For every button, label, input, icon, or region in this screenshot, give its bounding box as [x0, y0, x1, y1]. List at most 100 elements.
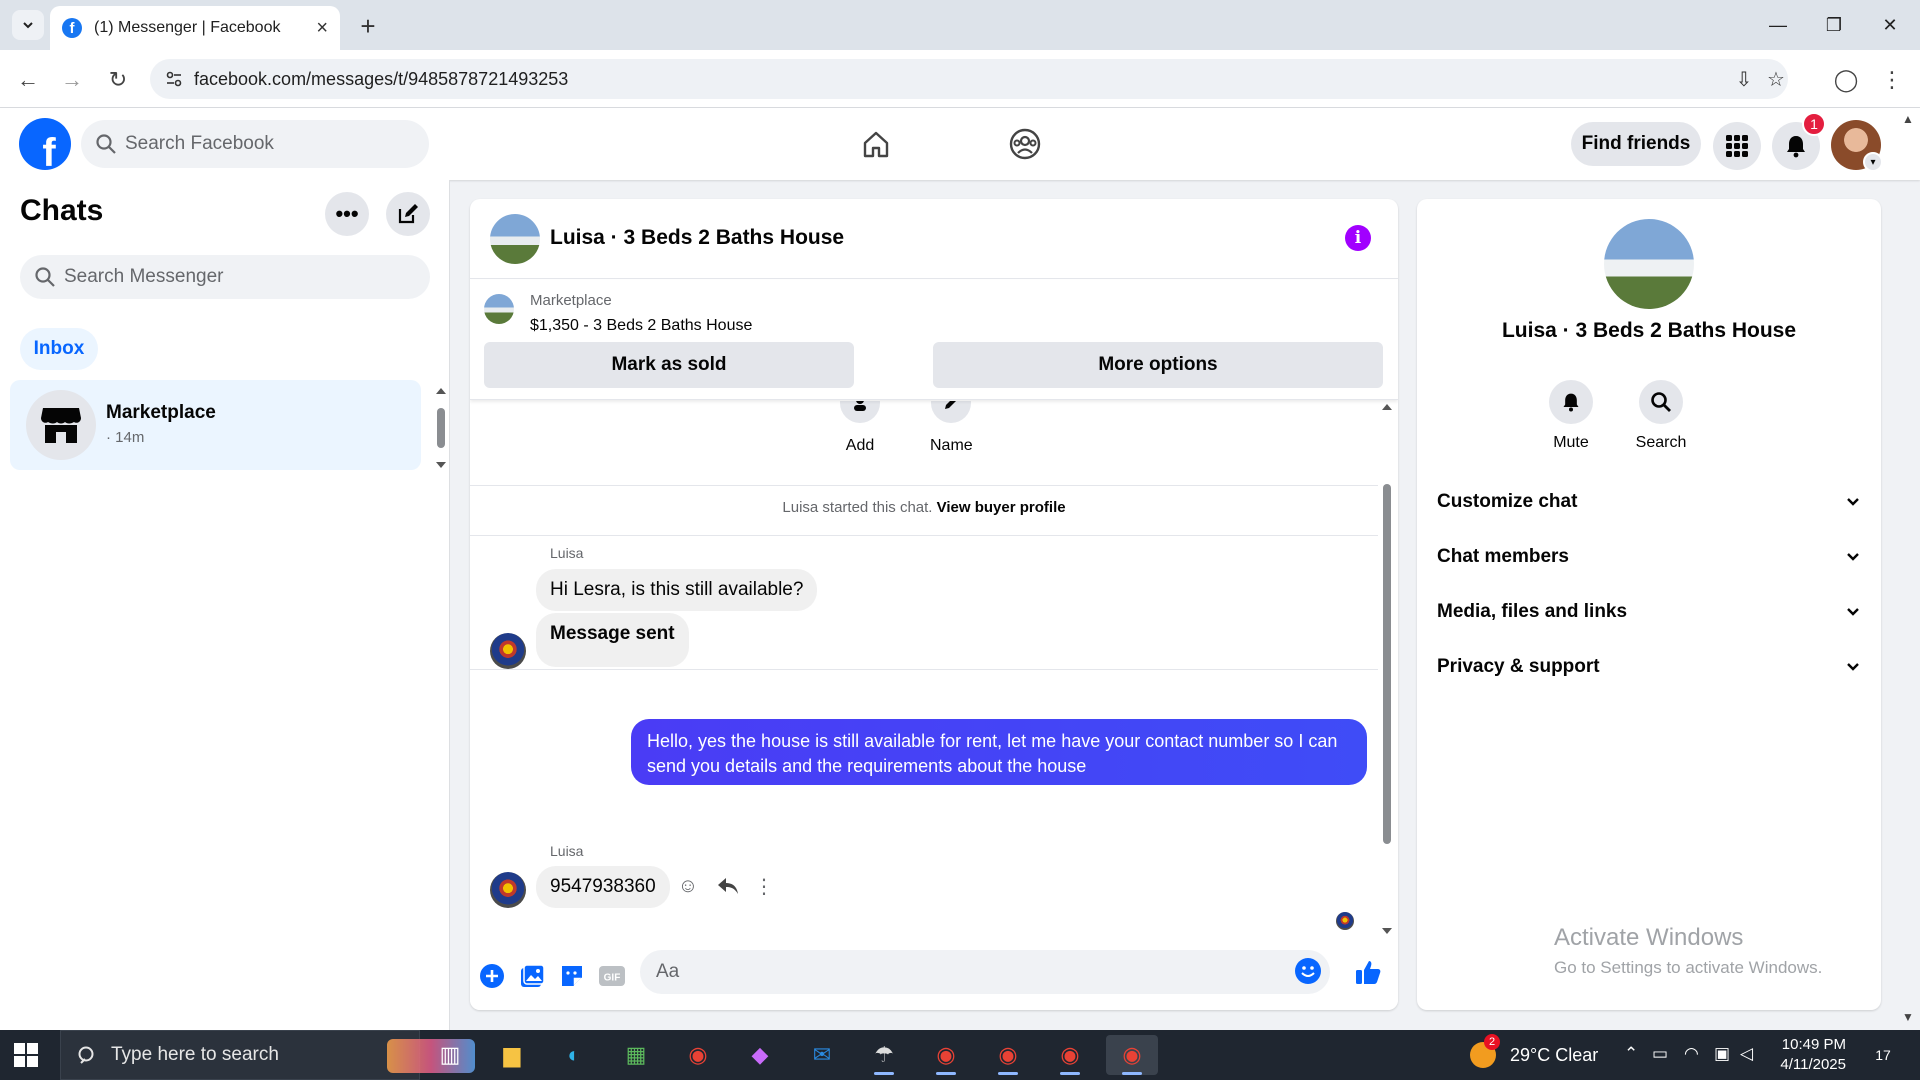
weather-widget[interactable]: 2 29°C Clear — [1470, 1030, 1598, 1080]
page-scroll-up-arrow[interactable]: ▲ — [1902, 112, 1914, 126]
photo-attach-icon[interactable] — [518, 962, 546, 990]
battery-icon[interactable]: ▭ — [1652, 1044, 1668, 1064]
conversation-title[interactable]: Luisa · 3 Beds 2 Baths House — [550, 226, 844, 250]
listing-thumbnail[interactable] — [484, 294, 514, 324]
chrome-profile-icon[interactable]: ◉ — [920, 1035, 972, 1075]
home-icon[interactable] — [856, 124, 896, 164]
sender-avatar[interactable] — [490, 633, 526, 669]
add-people-action[interactable]: Add — [840, 401, 880, 455]
chats-scrollbar[interactable] — [434, 388, 448, 468]
taskbar-search-input[interactable]: Type here to search — [60, 1030, 475, 1080]
back-button[interactable]: ← — [12, 64, 44, 96]
pinned-app-icon[interactable]: ☂ — [858, 1035, 910, 1075]
mark-as-sold-button[interactable]: Mark as sold — [484, 342, 854, 388]
browser-tabstrip: f (1) Messenger | Facebook × + — ❐ ✕ — [0, 0, 1920, 50]
tab-close-icon[interactable]: × — [316, 17, 328, 40]
plus-circle-icon[interactable] — [478, 962, 506, 990]
browser-toolbar: ← → ↻ facebook.com/messages/t/9485878721… — [0, 50, 1920, 108]
facebook-search-input[interactable]: Search Facebook — [81, 120, 429, 168]
marketplace-listing-bar: Marketplace $1,350 - 3 Beds 2 Baths Hous… — [470, 280, 1398, 400]
display-icon[interactable]: ▣ — [1714, 1044, 1730, 1064]
conversation-avatar[interactable] — [490, 214, 540, 264]
close-window-button[interactable]: ✕ — [1862, 8, 1918, 42]
gif-icon[interactable]: GIF — [598, 962, 626, 990]
copilot-icon[interactable]: ◆ — [734, 1035, 786, 1075]
media-files-links-section[interactable]: Media, files and links — [1437, 590, 1861, 634]
restore-window-button[interactable]: ❐ — [1806, 8, 1862, 42]
edge-icon[interactable]: ◐ — [548, 1035, 600, 1075]
sticker-icon[interactable] — [558, 962, 586, 990]
menu-grid-icon[interactable] — [1713, 122, 1761, 170]
chrome-profile-icon[interactable]: ◉ — [1044, 1035, 1096, 1075]
chat-members-section[interactable]: Chat members — [1437, 535, 1861, 579]
mute-action[interactable]: Mute — [1531, 380, 1611, 452]
url-text: facebook.com/messages/t/9485878721493253 — [194, 68, 569, 89]
emoji-icon[interactable] — [1294, 957, 1322, 985]
new-tab-button[interactable]: + — [352, 10, 384, 42]
chrome-profile-icon[interactable]: ◉ — [982, 1035, 1034, 1075]
messenger-search-placeholder: Search Messenger — [64, 266, 224, 287]
divider — [470, 669, 1378, 670]
windows-start-icon[interactable] — [14, 1043, 38, 1067]
chats-options-button[interactable]: ••• — [325, 192, 369, 236]
divider — [470, 535, 1378, 536]
browser-tab-messenger[interactable]: f (1) Messenger | Facebook × — [50, 6, 340, 50]
windows-taskbar: Type here to search ▥ ▆ ◐ ▦ ◉ ◆ ✉ ☂ ◉ ◉ … — [0, 1030, 1920, 1080]
incoming-message-bubble[interactable]: Message sent — [536, 613, 689, 667]
weather-text: 29°C Clear — [1510, 1044, 1599, 1065]
info-icon[interactable]: i — [1345, 225, 1371, 251]
customize-chat-section[interactable]: Customize chat — [1437, 480, 1861, 524]
address-bar[interactable]: facebook.com/messages/t/9485878721493253… — [150, 59, 1788, 99]
incoming-message-bubble[interactable]: 9547938360 — [536, 866, 670, 908]
minimize-window-button[interactable]: — — [1750, 8, 1806, 42]
watermark-subtitle: Go to Settings to activate Windows. — [1554, 958, 1823, 977]
view-buyer-profile-link[interactable]: View buyer profile — [937, 499, 1066, 516]
reload-button[interactable]: ↻ — [102, 64, 134, 96]
messenger-search-input[interactable]: Search Messenger — [20, 255, 430, 299]
search-in-conversation-action[interactable]: Search — [1621, 380, 1701, 452]
find-friends-button[interactable]: Find friends — [1571, 122, 1701, 166]
react-emoji-icon[interactable]: ☺ — [674, 872, 702, 900]
sender-avatar[interactable] — [490, 872, 526, 908]
name-chat-action[interactable]: Name — [930, 401, 973, 455]
chrome-active-window-icon[interactable]: ◉ — [1106, 1035, 1158, 1075]
message-input-placeholder: Aa — [656, 961, 680, 982]
facebook-logo-icon[interactable]: f — [19, 118, 71, 170]
inbox-tab[interactable]: Inbox — [20, 328, 98, 370]
bookmark-star-icon[interactable]: ☆ — [1764, 67, 1788, 91]
chevron-down-icon — [23, 22, 33, 29]
more-actions-icon[interactable]: ⋮ — [750, 872, 778, 900]
incoming-message-bubble[interactable]: Hi Lesra, is this still available? — [536, 569, 818, 611]
details-avatar[interactable] — [1604, 219, 1694, 309]
outgoing-message-bubble[interactable]: Hello, yes the house is still available … — [631, 719, 1367, 785]
browser-menu-icon[interactable]: ⋮ — [1876, 64, 1908, 96]
more-options-button[interactable]: More options — [933, 342, 1383, 388]
outlook-icon[interactable]: ✉ — [796, 1035, 848, 1075]
install-app-icon[interactable]: ⇩ — [1732, 67, 1756, 91]
account-chevron-icon[interactable]: ▾ — [1863, 152, 1883, 172]
groups-icon[interactable] — [1005, 124, 1045, 164]
page-scroll-down-arrow[interactable]: ▼ — [1902, 1010, 1914, 1024]
conversation-scrollbar[interactable] — [1380, 404, 1394, 934]
file-explorer-icon[interactable]: ▆ — [486, 1035, 538, 1075]
listing-price-title[interactable]: $1,350 - 3 Beds 2 Baths House — [530, 317, 752, 335]
reply-icon[interactable] — [714, 872, 742, 900]
show-hidden-icons-chevron-icon[interactable]: ⌃ — [1624, 1044, 1638, 1064]
task-view-icon[interactable]: ▥ — [424, 1035, 476, 1075]
thumbs-up-icon[interactable] — [1354, 958, 1382, 986]
forward-button[interactable]: → — [56, 64, 88, 96]
conversation-details-panel: Luisa · 3 Beds 2 Baths House Mute Search… — [1417, 199, 1881, 1010]
notification-center-icon[interactable]: 17 — [1866, 1042, 1900, 1068]
tab-search-button[interactable] — [12, 10, 44, 40]
conversation-header: Luisa · 3 Beds 2 Baths House i — [470, 199, 1398, 279]
store-icon[interactable]: ▦ — [610, 1035, 662, 1075]
system-clock[interactable]: 10:49 PM 4/11/2025 — [1750, 1035, 1846, 1075]
chrome-icon[interactable]: ◉ — [672, 1035, 724, 1075]
wifi-icon[interactable]: ◠ — [1684, 1044, 1699, 1064]
new-message-button[interactable] — [386, 192, 430, 236]
message-input[interactable]: Aa — [640, 950, 1330, 994]
chat-list-item[interactable]: Marketplace · 14m — [10, 380, 421, 470]
site-info-icon[interactable] — [164, 69, 184, 89]
profile-icon[interactable]: ◯ — [1830, 64, 1862, 96]
privacy-support-section[interactable]: Privacy & support — [1437, 645, 1861, 689]
